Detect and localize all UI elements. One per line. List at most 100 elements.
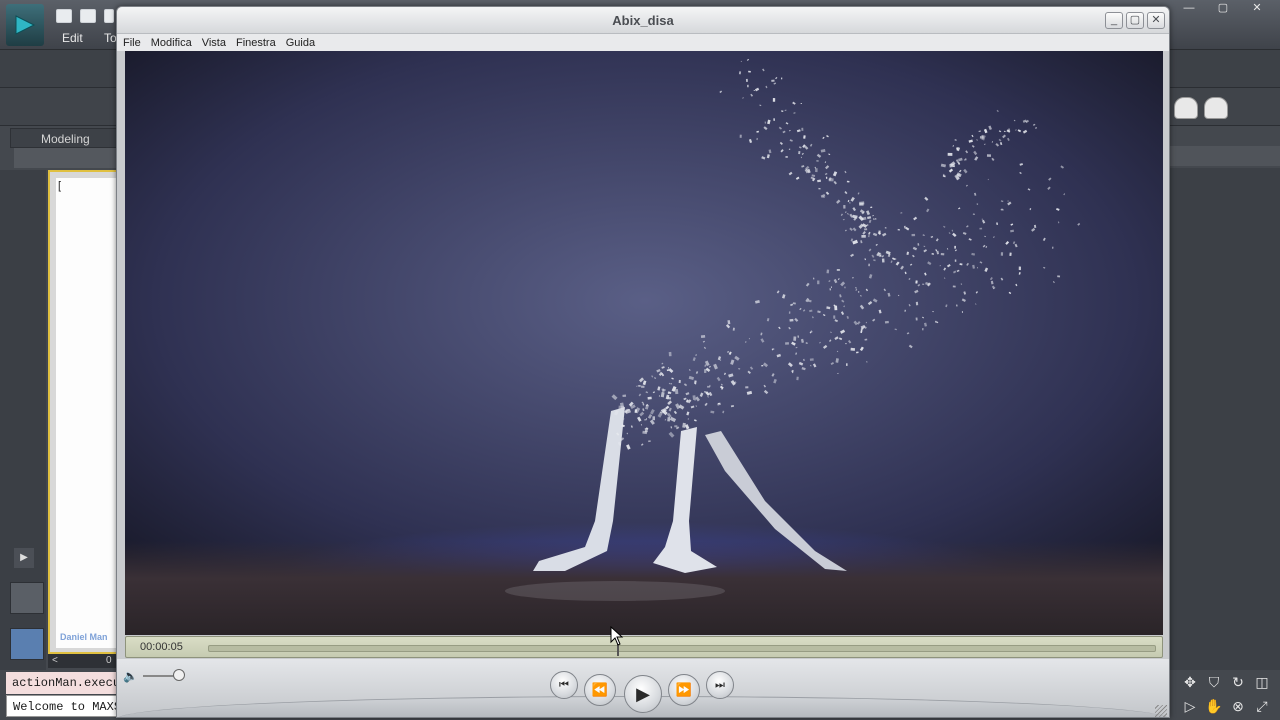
particle <box>785 156 788 158</box>
max-command-panel-tabs[interactable] <box>1170 146 1280 166</box>
max-logo-icon[interactable] <box>6 4 44 46</box>
max-viewport-canvas[interactable]: [ <box>56 178 116 648</box>
particle <box>926 208 930 213</box>
timeline-bar[interactable]: 00:00:05 <box>125 636 1163 658</box>
go-to-end-button[interactable]: ⏭ <box>706 671 734 699</box>
play-button[interactable]: ▶ <box>624 675 662 713</box>
save-file-icon[interactable] <box>104 9 114 23</box>
fast-forward-button[interactable]: ⏩ <box>668 674 700 706</box>
player-close-button[interactable]: ✕ <box>1147 12 1165 29</box>
max-viewport[interactable]: [ <box>48 170 120 654</box>
particle <box>840 311 845 316</box>
menu-finestra[interactable]: Finestra <box>236 37 276 49</box>
zoom-extents-icon[interactable]: ⤢ <box>1252 696 1272 716</box>
particle <box>703 346 707 350</box>
player-menu-bar: File Modifica Vista Finestra Guida <box>117 34 1169 51</box>
particle <box>940 163 946 168</box>
particle <box>745 341 747 343</box>
particle <box>996 222 999 226</box>
particle <box>740 60 743 63</box>
orbit-icon[interactable]: ↻ <box>1228 672 1248 692</box>
zoom-icon[interactable]: ✥ <box>1180 672 1200 692</box>
render-setup-icon[interactable] <box>1174 97 1198 119</box>
player-minimize-button[interactable]: _ <box>1105 12 1123 29</box>
max-close-button[interactable]: ✕ <box>1242 0 1272 16</box>
time-slider-left-arrow-icon[interactable]: < <box>52 654 58 668</box>
menu-modifica[interactable]: Modifica <box>151 37 192 49</box>
max-maximize-button[interactable]: ▢ <box>1208 0 1238 16</box>
menu-file[interactable]: File <box>123 37 141 49</box>
particle <box>754 87 760 92</box>
particle <box>854 287 857 289</box>
volume-slider-knob[interactable] <box>173 669 185 681</box>
particle <box>924 196 929 201</box>
particle <box>963 159 966 161</box>
particle <box>971 144 975 148</box>
max-viewport-layout-button[interactable] <box>10 628 44 660</box>
particle <box>745 386 749 389</box>
resize-grip-icon[interactable] <box>1155 705 1167 717</box>
timeline-track[interactable] <box>208 640 1156 656</box>
particle <box>717 402 721 406</box>
max-menu-edit[interactable]: Edit <box>62 31 83 45</box>
menu-vista[interactable]: Vista <box>202 37 226 49</box>
particle <box>720 383 723 386</box>
particle <box>873 218 875 220</box>
maxscript-listener-input[interactable]: Welcome to MAXS <box>6 695 122 717</box>
particle <box>825 165 830 170</box>
field-of-view-icon[interactable]: ⛉ <box>1204 672 1224 692</box>
particle <box>976 266 979 269</box>
maxscript-listener-output[interactable]: actionMan.execu <box>6 672 122 694</box>
particle <box>748 70 751 73</box>
particle <box>832 171 838 177</box>
particle <box>912 246 918 251</box>
particle <box>853 320 858 326</box>
particle <box>971 252 976 256</box>
menu-guida[interactable]: Guida <box>286 37 315 49</box>
rewind-button[interactable]: ⏪ <box>584 674 616 706</box>
particle <box>796 129 801 133</box>
max-layer-button[interactable] <box>10 582 44 614</box>
particle <box>798 150 801 155</box>
particle <box>868 274 873 279</box>
particle <box>801 165 805 168</box>
video-frame[interactable] <box>125 51 1163 635</box>
particle <box>776 353 781 358</box>
player-maximize-button[interactable]: ▢ <box>1126 12 1144 29</box>
particle <box>965 158 967 161</box>
max-minimize-button[interactable]: — <box>1174 0 1204 16</box>
new-file-icon[interactable] <box>56 9 72 23</box>
render-frame-icon[interactable] <box>1204 97 1228 119</box>
speaker-icon[interactable]: 🔈 <box>123 669 138 683</box>
particle <box>911 233 916 237</box>
particle <box>666 412 672 418</box>
mouse-cursor-icon <box>610 626 624 646</box>
player-title-bar[interactable]: Abix_disa _ ▢ ✕ <box>117 7 1169 34</box>
particle <box>702 340 705 343</box>
particle <box>838 337 843 341</box>
max-expand-arrow-icon[interactable]: ▶ <box>14 548 34 568</box>
particle <box>852 214 858 219</box>
particle <box>713 363 718 370</box>
particle <box>965 150 969 154</box>
particle <box>845 363 848 366</box>
particle <box>943 267 947 271</box>
max-render-icons <box>1170 92 1280 124</box>
particle <box>626 432 629 435</box>
go-to-start-button[interactable]: ⏮ <box>550 671 578 699</box>
max-menu-tools[interactable]: To <box>104 31 117 45</box>
maximize-viewport-icon[interactable]: ◫ <box>1252 672 1272 692</box>
pan-icon[interactable]: ✋ <box>1204 696 1224 716</box>
walkthrough-icon[interactable]: ▷ <box>1180 696 1200 716</box>
particle <box>824 172 828 176</box>
particle <box>785 342 789 345</box>
particle <box>710 410 715 414</box>
max-ribbon-tab-modeling[interactable]: Modeling <box>10 128 120 148</box>
max-viewport-label[interactable]: [ <box>58 180 61 192</box>
max-time-slider[interactable]: < 0 <box>48 654 120 668</box>
orbit-subobject-icon[interactable]: ⊗ <box>1228 696 1248 716</box>
particle <box>945 304 948 308</box>
particle <box>1017 129 1022 133</box>
open-file-icon[interactable] <box>80 9 96 23</box>
particle <box>973 150 978 156</box>
